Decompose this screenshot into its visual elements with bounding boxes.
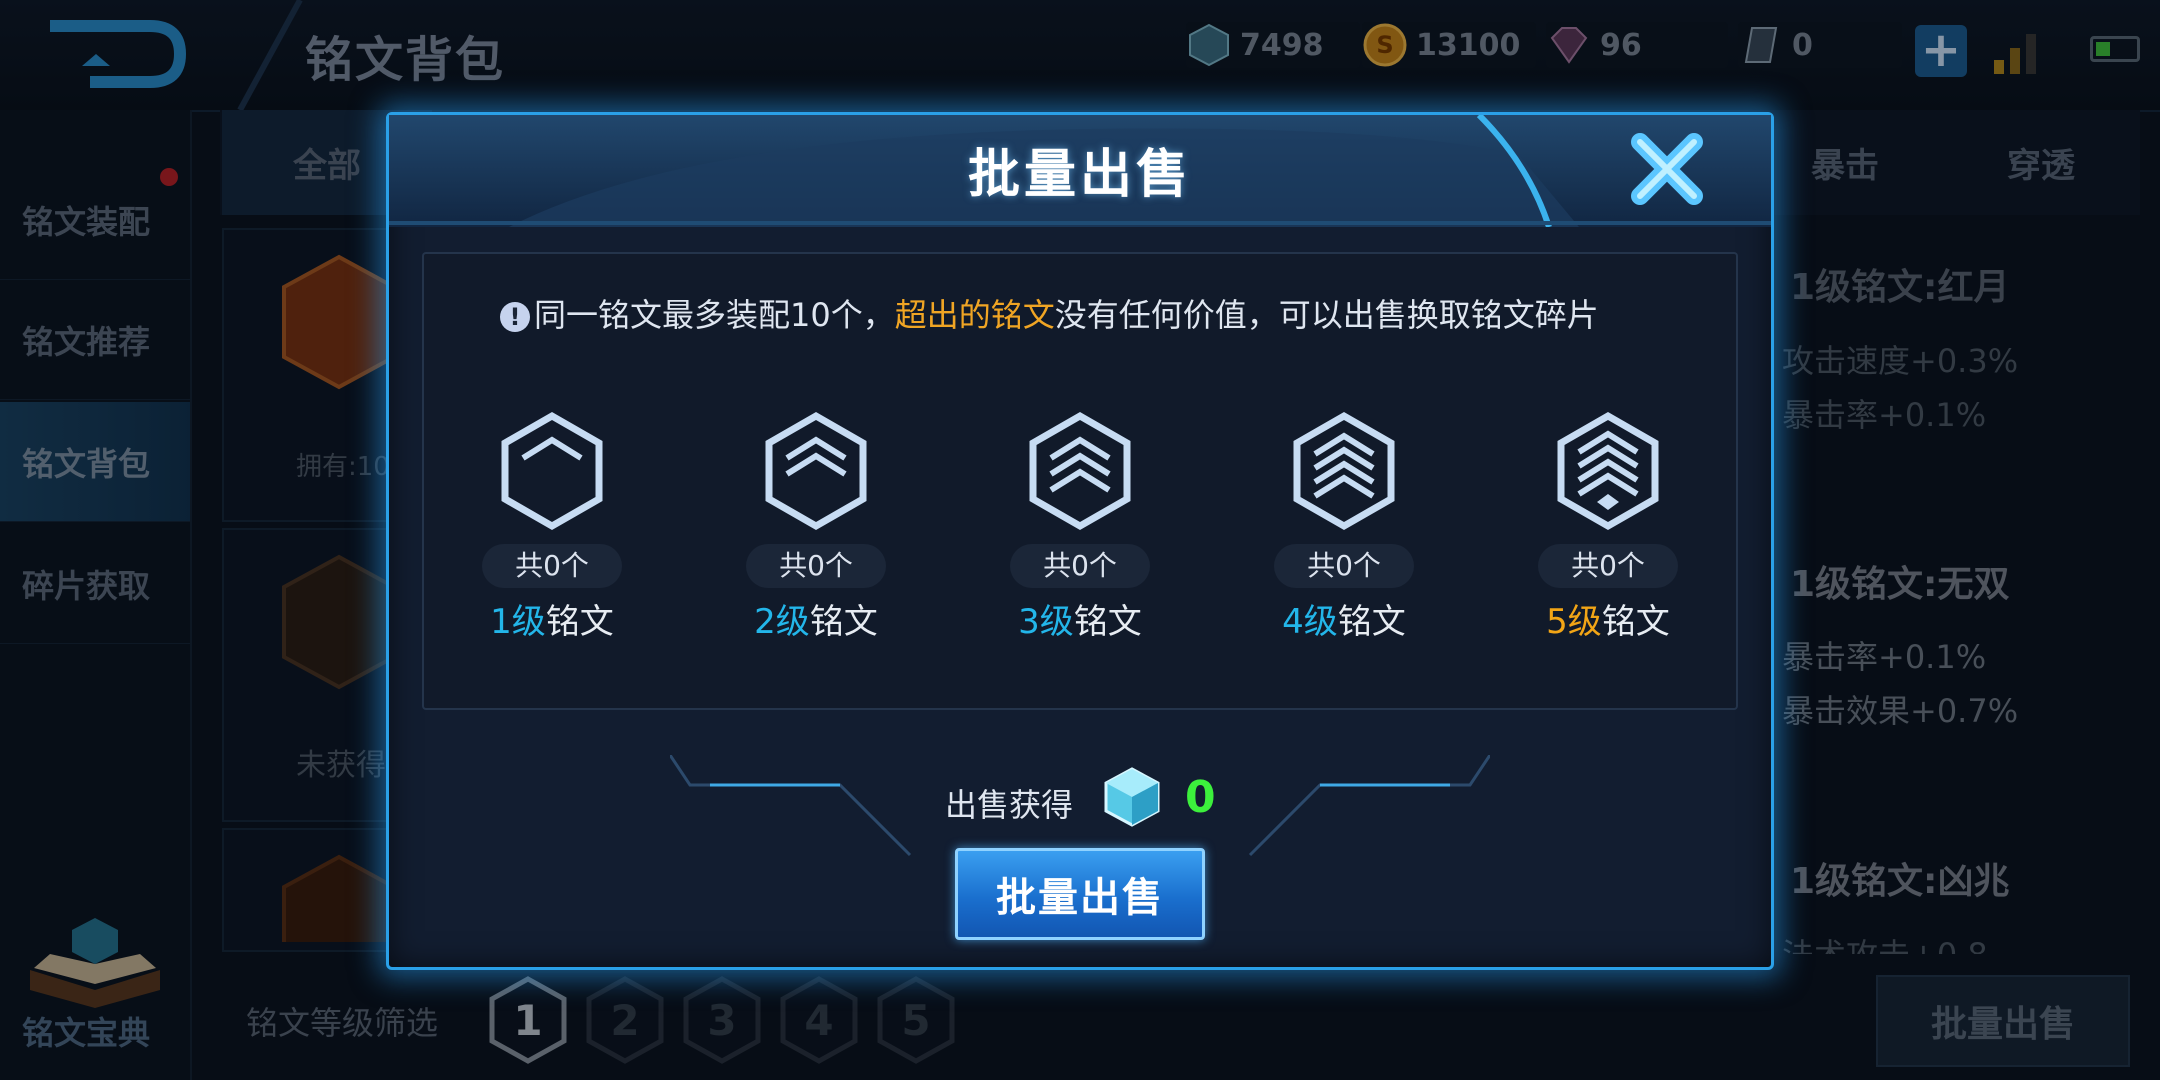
sell-gain-label: 出售获得	[945, 786, 1074, 824]
tier-label: 5级铭文	[1546, 602, 1670, 642]
dialog-title: 批量出售	[967, 145, 1192, 205]
rune-fragment-icon	[1104, 767, 1160, 827]
exclamation-icon: !	[500, 302, 530, 332]
tier-count: 共0个	[746, 544, 886, 588]
tier-label: 3级铭文	[1018, 602, 1142, 642]
tier-count: 共0个	[482, 544, 622, 588]
bulk-sell-button[interactable]: 批量出售	[955, 848, 1205, 940]
tier-3-option[interactable]: 共0个 3级铭文	[990, 410, 1170, 643]
tier-count: 共0个	[1010, 544, 1150, 588]
tier-label: 4级铭文	[1282, 602, 1406, 642]
sell-gain-value: 0	[1185, 772, 1216, 823]
notice-text-start: 同一铭文最多装配10个，	[534, 296, 895, 334]
notice-text-end: 没有任何价值，可以出售换取铭文碎片	[1054, 296, 1599, 334]
hexagon-tier-3-icon	[1029, 411, 1131, 531]
notice-highlight: 超出的铭文	[894, 296, 1055, 334]
hexagon-tier-2-icon	[765, 411, 867, 531]
tier-label: 1级铭文	[490, 602, 614, 642]
hexagon-tier-5-icon	[1557, 411, 1659, 531]
hexagon-tier-1-icon	[501, 411, 603, 531]
tier-1-option[interactable]: 共0个 1级铭文	[462, 410, 642, 643]
tier-4-option[interactable]: 共0个 4级铭文	[1254, 410, 1434, 643]
hexagon-tier-4-icon	[1293, 411, 1395, 531]
tier-count: 共0个	[1274, 544, 1414, 588]
tier-5-option[interactable]: 共0个 5级铭文	[1518, 410, 1698, 643]
tier-label: 2级铭文	[754, 602, 878, 642]
tier-count: 共0个	[1538, 544, 1678, 588]
tier-2-option[interactable]: 共0个 2级铭文	[726, 410, 906, 643]
sell-notice: ! 同一铭文最多装配10个，超出的铭文没有任何价值，可以出售换取铭文碎片	[500, 290, 1700, 336]
close-icon[interactable]	[1628, 130, 1706, 208]
